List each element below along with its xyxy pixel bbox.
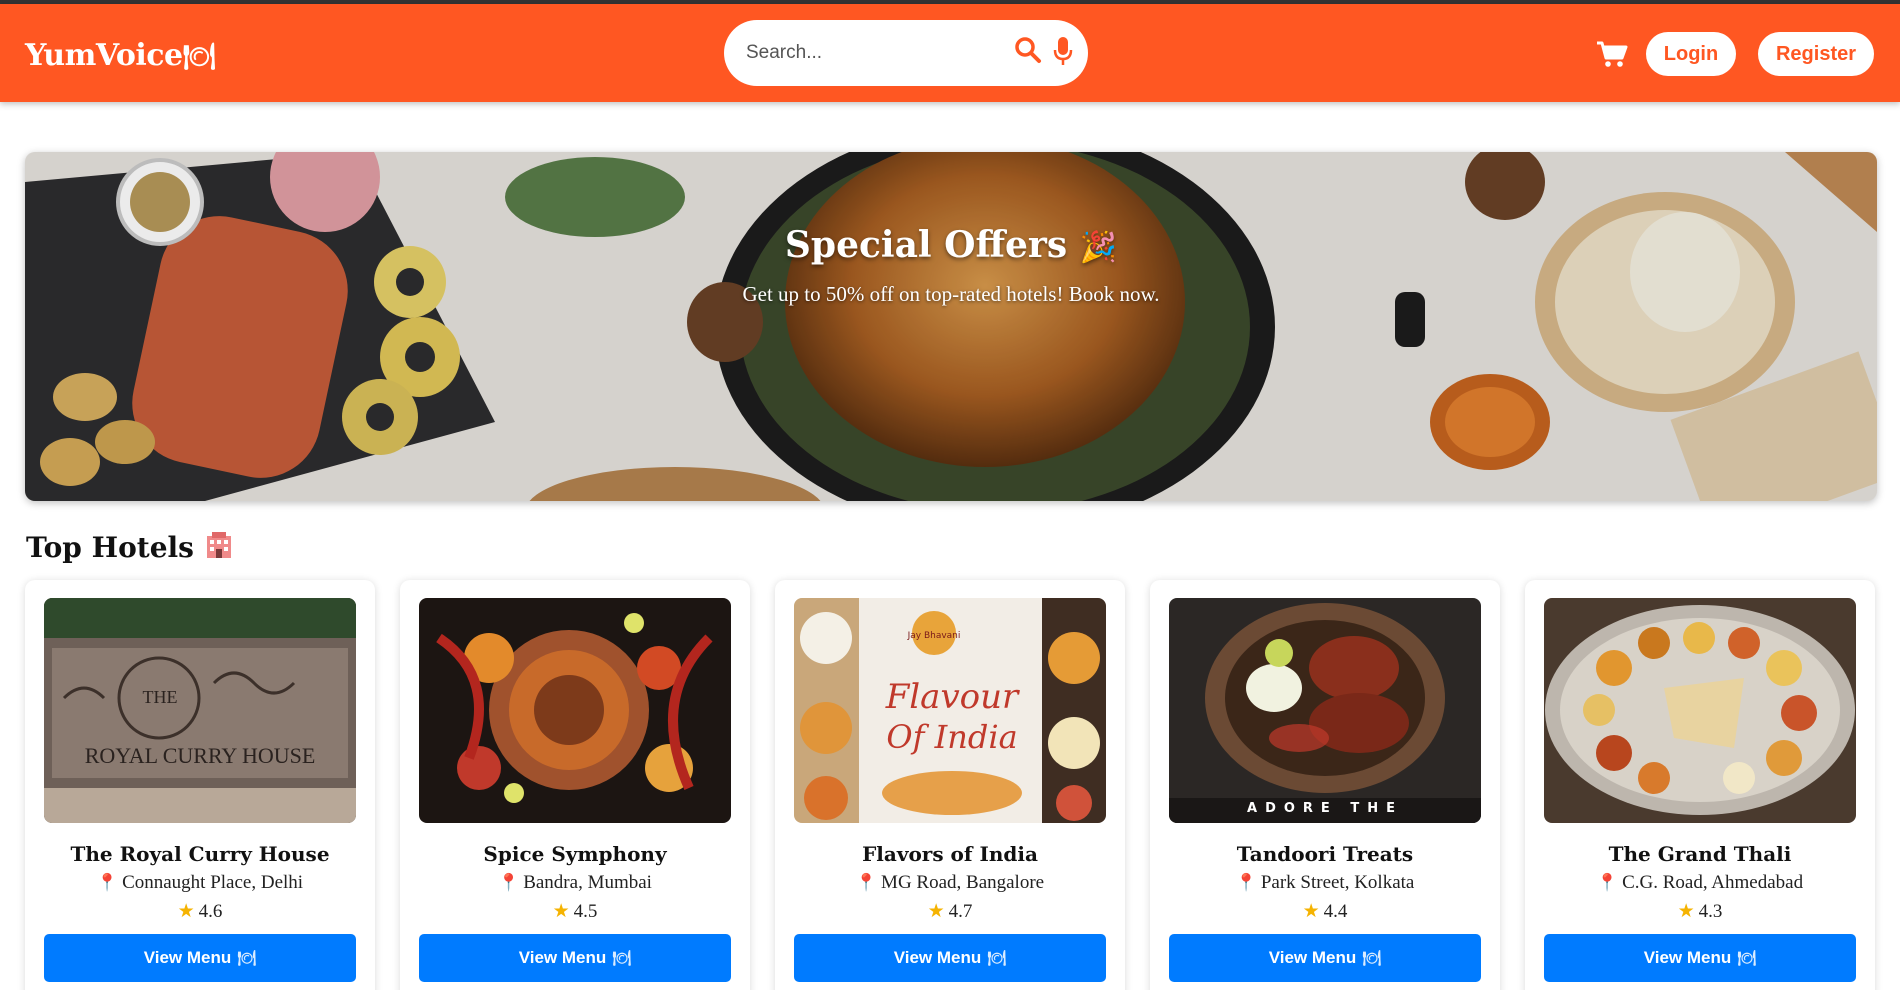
hotel-location: 📍 MG Road, Bangalore xyxy=(775,872,1125,894)
hotel-name: The Grand Thali xyxy=(1608,842,1792,866)
hotel-location: 📍 Connaught Place, Delhi xyxy=(25,872,375,894)
sign-name-text: ROYAL CURRY HOUSE xyxy=(85,743,316,768)
banner-title-text: Special Offers xyxy=(784,224,1068,266)
hotel-location: 📍 Park Street, Kolkata xyxy=(1150,872,1500,894)
hotel-rating: ★ 4.3 xyxy=(1525,900,1875,923)
search-input[interactable] xyxy=(746,40,996,66)
pin-icon: 📍 xyxy=(1235,873,1257,893)
hotel-location-text: Connaught Place, Delhi xyxy=(122,872,304,893)
hotel-name: Tandoori Treats xyxy=(1236,842,1414,866)
svg-text:Jay Bhavani: Jay Bhavani xyxy=(907,631,961,641)
view-menu-button[interactable]: View Menu 🍽 xyxy=(1169,934,1481,982)
microphone-icon[interactable] xyxy=(1053,36,1073,66)
hotel-location: 📍 C.G. Road, Ahmedabad xyxy=(1525,872,1875,894)
plate-cutlery-icon: 🍽 xyxy=(182,42,216,72)
hotel-location-text: MG Road, Bangalore xyxy=(881,872,1045,893)
hotel-location: 📍 Bandra, Mumbai xyxy=(400,872,750,894)
hotel-rating-value: 4.4 xyxy=(1323,901,1348,922)
hotel-icon xyxy=(204,530,234,567)
banner-food-image xyxy=(25,152,1877,501)
hotel-card[interactable]: Jay Bhavani Flavour Of India Flavors of … xyxy=(775,580,1125,990)
hotel-rating-value: 4.6 xyxy=(198,901,223,922)
banner-subtitle: Get up to 50% off on top-rated hotels! B… xyxy=(742,282,1160,306)
plate-icon: 🍽 xyxy=(987,949,1007,967)
view-menu-label: View Menu xyxy=(518,948,607,967)
hotel-name: Flavors of India xyxy=(862,842,1038,866)
top-hotels-title: Top Hotels xyxy=(26,531,194,564)
pin-icon: 📍 xyxy=(855,873,878,893)
logo[interactable]: YumVoice🍽 xyxy=(25,38,216,73)
login-button[interactable]: Login xyxy=(1646,32,1736,76)
hotel-rating-value: 4.5 xyxy=(573,901,598,922)
adore-the-text: ADORE THE xyxy=(1247,801,1403,816)
hotel-image xyxy=(419,598,731,823)
hotel-card[interactable]: Spice Symphony 📍 Bandra, Mumbai ★ 4.5 View… xyxy=(400,580,750,990)
hotel-image: Jay Bhavani Flavour Of India xyxy=(794,598,1106,823)
pin-icon: 📍 xyxy=(96,873,119,893)
plate-icon: 🍽 xyxy=(1362,949,1382,967)
hotel-rating: ★ 4.5 xyxy=(400,900,750,923)
hotel-card[interactable]: The Grand Thali 📍 C.G. Road, Ahmedabad ★ 4… xyxy=(1525,580,1875,990)
view-menu-label: View Menu xyxy=(1268,948,1357,967)
view-menu-label: View Menu xyxy=(1643,948,1732,967)
register-button[interactable]: Register xyxy=(1758,32,1874,76)
hotel-rating-value: 4.7 xyxy=(948,901,973,922)
cart-icon[interactable] xyxy=(1596,40,1628,68)
hotel-rating-value: 4.3 xyxy=(1698,901,1723,922)
hotel-rating: ★ 4.7 xyxy=(775,900,1125,923)
view-menu-label: View Menu xyxy=(893,948,982,967)
logo-text: YumVoice xyxy=(25,38,183,73)
star-icon: ★ xyxy=(927,900,945,922)
hotel-name: The Royal Curry House xyxy=(70,842,330,866)
hotel-name: Spice Symphony xyxy=(483,842,667,866)
plate-icon: 🍽 xyxy=(1737,949,1757,967)
hotel-card[interactable]: ADORE THE Tandoori Treats 📍 Park Street, … xyxy=(1150,580,1500,990)
view-menu-button[interactable]: View Menu 🍽 xyxy=(419,934,731,982)
plate-icon: 🍽 xyxy=(237,949,257,967)
view-menu-label: View Menu xyxy=(143,948,232,967)
top-hotels-heading: Top Hotels xyxy=(26,530,234,567)
search-icon[interactable] xyxy=(1014,36,1042,64)
pin-icon: 📍 xyxy=(1596,873,1619,893)
hotel-rating: ★ 4.4 xyxy=(1150,900,1500,923)
star-icon: ★ xyxy=(1677,900,1695,922)
banner-title: Special Offers 🎉 xyxy=(25,224,1877,266)
hotel-image: ADORE THE xyxy=(1169,598,1481,823)
view-menu-button[interactable]: View Menu 🍽 xyxy=(794,934,1106,982)
pin-icon: 📍 xyxy=(498,873,520,893)
star-icon: ★ xyxy=(1302,900,1320,922)
hotel-location-text: Park Street, Kolkata xyxy=(1260,872,1415,893)
hotel-location-text: C.G. Road, Ahmedabad xyxy=(1622,872,1804,893)
hotel-location-text: Bandra, Mumbai xyxy=(523,872,652,893)
star-icon: ★ xyxy=(177,900,195,922)
hotel-image xyxy=(1544,598,1856,823)
hotel-rating: ★ 4.6 xyxy=(25,900,375,923)
of-india-text: Of India xyxy=(886,718,1017,756)
star-icon: ★ xyxy=(552,900,570,922)
flavour-text: Flavour xyxy=(885,677,1020,717)
hotel-card[interactable]: THE ROYAL CURRY HOUSE The Royal Curry Ho… xyxy=(25,580,375,990)
hotel-image: THE ROYAL CURRY HOUSE xyxy=(44,598,356,823)
plate-icon: 🍽 xyxy=(612,949,632,967)
party-popper-icon: 🎉 xyxy=(1079,230,1118,265)
special-offers-banner[interactable]: Special Offers 🎉 Get up to 50% off on to… xyxy=(25,152,1877,501)
view-menu-button[interactable]: View Menu 🍽 xyxy=(44,934,356,982)
view-menu-button[interactable]: View Menu 🍽 xyxy=(1544,934,1856,982)
sign-the-text: THE xyxy=(143,687,178,707)
